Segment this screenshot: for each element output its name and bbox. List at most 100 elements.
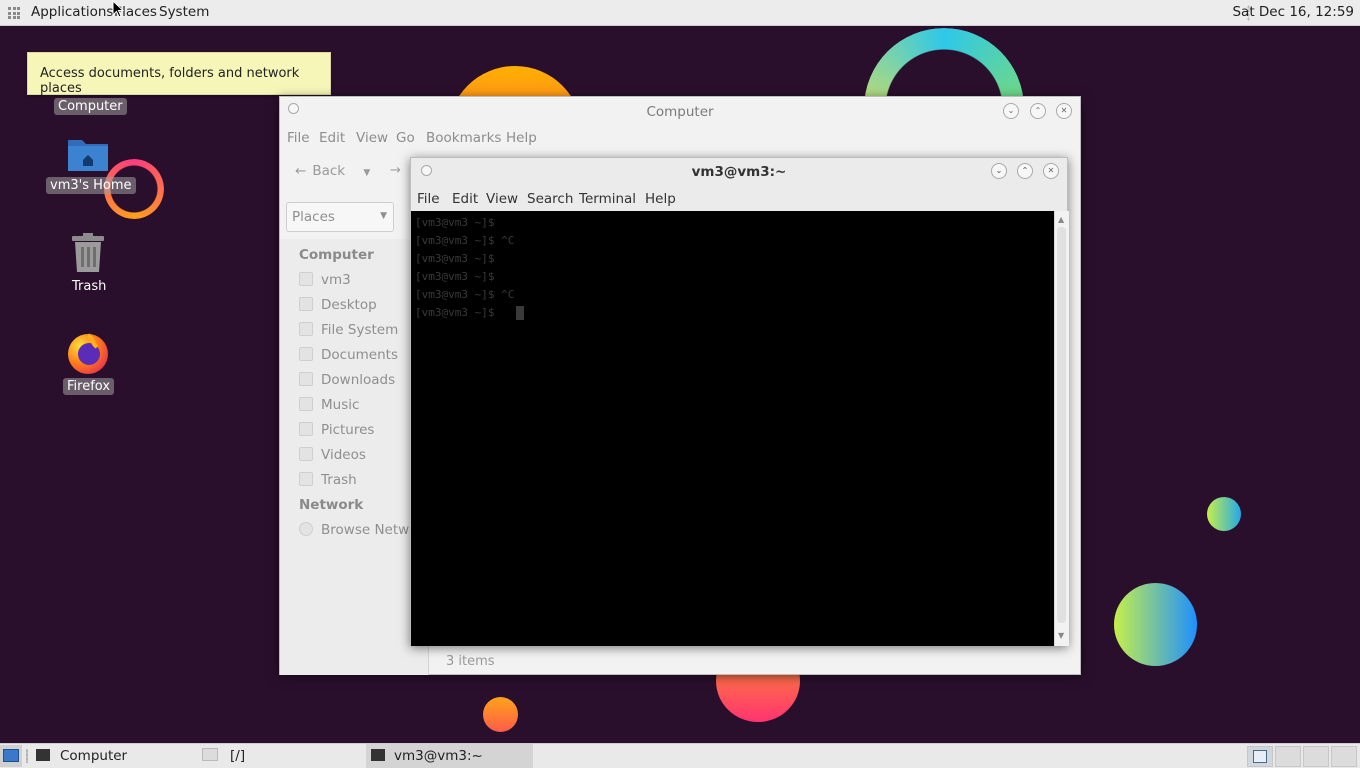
terminal-scrollbar[interactable]: ▲ ▼ [1054,211,1069,646]
close-button[interactable]: ✕ [1043,163,1059,179]
menu-view[interactable]: View [486,191,518,207]
sidebar-item-desktop[interactable]: Desktop [299,297,377,313]
back-label: Back [312,163,346,179]
task-label: Computer [60,748,128,764]
sidebar-item-music[interactable]: Music [299,397,359,413]
show-desktop-icon [3,749,19,762]
menu-bookmarks[interactable]: Bookmarks [426,130,501,146]
minimize-button[interactable]: ⌄ [1003,103,1019,119]
sidebar-heading-network: Network [299,497,364,513]
trash-icon [299,472,313,486]
sidebar-item-vm3[interactable]: vm3 [299,272,351,288]
decor-large-circle-right [1114,583,1197,666]
system-menu[interactable]: System [159,4,209,20]
taskbar-handle[interactable] [26,749,28,763]
scroll-up-icon[interactable]: ▲ [1058,215,1064,224]
scrollbar-thumb[interactable] [1057,227,1066,623]
sidebar-item-trash[interactable]: Trash [299,472,357,488]
folder-small-icon [202,748,218,761]
sidebar-item-downloads[interactable]: Downloads [299,372,395,388]
sidebar-item-label: Trash [321,472,357,488]
status-bar-text: 3 items [446,654,495,669]
menu-help[interactable]: Help [506,130,537,146]
sidebar-item-label: Documents [321,347,398,363]
menu-edit[interactable]: Edit [452,191,478,207]
scroll-down-icon[interactable]: ▼ [1058,631,1064,640]
terminal-small-icon [36,749,50,761]
back-dropdown-icon[interactable]: ▼ [363,168,370,178]
video-icon [299,447,313,461]
menu-view[interactable]: View [356,130,388,146]
back-button[interactable]: ← Back ▼ [295,163,370,183]
window-menu-icon[interactable] [421,165,432,176]
task-computer[interactable]: Computer [36,744,196,768]
network-icon [299,522,313,536]
clock[interactable]: Sat Dec 16, 12:59 [1232,4,1354,20]
menu-file[interactable]: File [287,130,310,146]
workspace-1[interactable] [1247,746,1273,767]
task-root-folder[interactable]: [/] [202,744,362,768]
terminal-line: [vm3@vm3 ~]$ ^C [415,234,515,247]
terminal-line: [vm3@vm3 ~]$ [415,252,495,265]
menu-search[interactable]: Search [527,191,573,207]
terminal-window[interactable]: vm3@vm3:~ ⌄ ⌃ ✕ File Edit View Search Te… [410,157,1069,646]
decor-small-orange-circle [483,697,518,732]
task-label: vm3@vm3:~ [394,748,483,764]
file-manager-titlebar[interactable]: Computer ⌄ ⌃ ✕ [280,97,1080,127]
workspace-4[interactable] [1331,746,1357,767]
terminal-line: [vm3@vm3 ~]$ ^C [415,288,515,301]
places-tooltip: Access documents, folders and network pl… [27,52,331,96]
firefox-icon [68,333,108,374]
forward-arrow-icon[interactable]: → [390,163,401,178]
workspace-3[interactable] [1303,746,1329,767]
terminal-title: vm3@vm3:~ [691,164,787,180]
terminal-screen[interactable]: [vm3@vm3 ~]$ [vm3@vm3 ~]$ ^C [vm3@vm3 ~]… [411,211,1054,646]
show-desktop-button[interactable] [0,745,22,767]
sidebar-item-label: Downloads [321,372,396,388]
menu-file[interactable]: File [417,191,440,207]
drive-icon [299,322,313,336]
menu-go[interactable]: Go [396,130,415,146]
sidebar-heading-computer: Computer [299,247,374,263]
menu-edit[interactable]: Edit [319,130,345,146]
terminal-line: [vm3@vm3 ~]$ [415,216,495,229]
close-button[interactable]: ✕ [1056,103,1072,119]
terminal-titlebar[interactable]: vm3@vm3:~ ⌄ ⌃ ✕ [411,158,1067,186]
minimize-button[interactable]: ⌄ [991,163,1007,179]
file-manager-menubar: File Edit View Go Bookmarks Help [280,130,1080,150]
sidebar-item-browse-network[interactable]: Browse Netw [299,522,409,538]
sidebar-item-videos[interactable]: Videos [299,447,366,463]
places-dropdown[interactable]: Places ▼ [286,202,394,232]
applications-menu[interactable]: Applications [31,4,113,20]
sidebar-item-pictures[interactable]: Pictures [299,422,374,438]
menu-terminal[interactable]: Terminal [579,191,636,207]
bottom-taskbar: Computer [/] vm3@vm3:~ [0,743,1360,768]
desktop-icon-label: Computer [54,98,127,115]
desktop-icon-firefox[interactable]: Firefox [40,330,138,398]
terminal-cursor [516,306,524,320]
desktop-icon-computer[interactable]: Computer [40,96,138,120]
home-icon [299,272,313,286]
sidebar-item-label: Music [321,397,360,413]
window-menu-icon[interactable] [288,103,299,114]
desktop-icon-label: Firefox [63,378,115,395]
document-icon [299,347,313,361]
desktop-icon-home[interactable]: vm3's Home [40,134,138,198]
sidebar-item-label: Desktop [321,297,377,313]
sidebar-item-label: Pictures [321,422,375,438]
task-terminal[interactable]: vm3@vm3:~ [366,744,533,768]
menu-help[interactable]: Help [645,191,676,207]
desktop-icon-trash[interactable]: Trash [40,230,138,296]
terminal-line: [vm3@vm3 ~]$ [415,306,495,319]
terminal-small-icon [371,749,385,761]
workspace-2[interactable] [1275,746,1301,767]
maximize-button[interactable]: ⌃ [1030,103,1046,119]
sidebar-item-file-system[interactable]: File System [299,322,398,338]
music-icon [299,397,313,411]
chevron-down-icon: ▼ [380,211,387,221]
desktop-icon-label: vm3's Home [46,177,136,194]
sidebar-item-documents[interactable]: Documents [299,347,398,363]
apps-grid-icon[interactable] [8,7,20,19]
desktop-icon [299,297,313,311]
maximize-button[interactable]: ⌃ [1017,163,1033,179]
